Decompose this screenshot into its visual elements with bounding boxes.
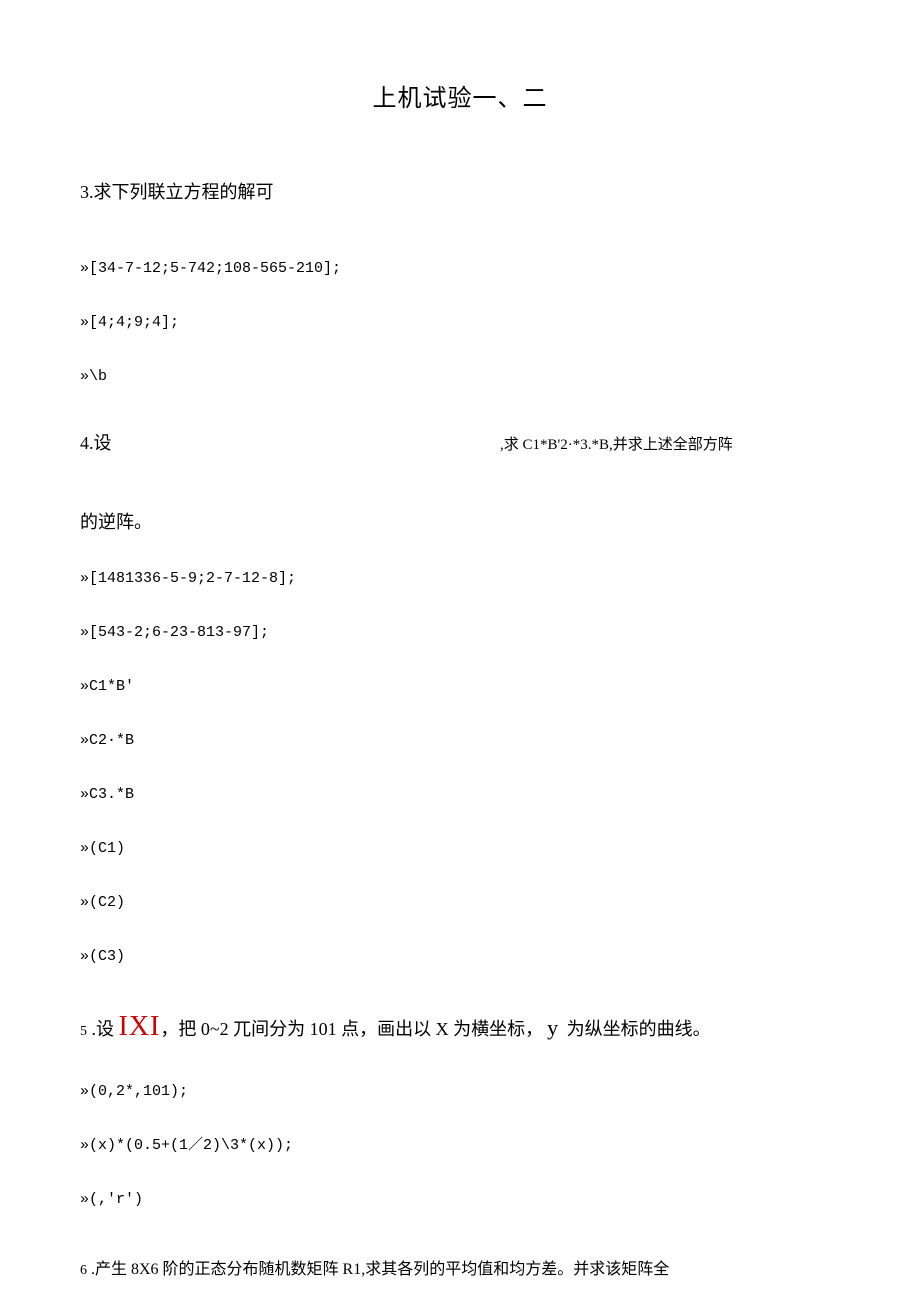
q3-code-line: »\b bbox=[80, 365, 840, 389]
q4-code-line: »C1*B' bbox=[80, 675, 840, 699]
q4-code-line: »(C3) bbox=[80, 945, 840, 969]
q3-code-line: »[4;4;9;4]; bbox=[80, 311, 840, 335]
q5-code-line: »(x)*(0.5+(1／2)\3*(x)); bbox=[80, 1134, 840, 1158]
q5-code-line: »(,'r') bbox=[80, 1188, 840, 1212]
q4-code-line: »[543-2;6-23-813-97]; bbox=[80, 621, 840, 645]
q5-ixi: IXI bbox=[119, 1011, 161, 1042]
q4-code-line: »C2·*B bbox=[80, 729, 840, 753]
page-title: 上机试验一、二 bbox=[80, 80, 840, 118]
q5-num: 5 bbox=[80, 1024, 87, 1039]
q3-heading: 3.求下列联立方程的解可 bbox=[80, 178, 840, 207]
q5-y: y bbox=[547, 1015, 558, 1040]
q5-text-c: 为纵坐标的曲线。 bbox=[562, 1019, 711, 1039]
q4-code-line: »C3.*B bbox=[80, 783, 840, 807]
q3-code-line: »[34-7-12;5-742;108-565-210]; bbox=[80, 257, 840, 281]
q4-code-line: »[1481336-5-9;2-7-12-8]; bbox=[80, 567, 840, 591]
q5-text-a: .设 bbox=[87, 1019, 119, 1039]
q5-heading: 5 .设 IXI，把 0~2 兀间分为 101 点，画出以 X 为横坐标，y 为… bbox=[80, 1005, 840, 1050]
q5-code-line: »(0,2*,101); bbox=[80, 1080, 840, 1104]
q4-code-line: »(C1) bbox=[80, 837, 840, 861]
q4-heading-row: 4.设 ,求 C1*B'2·*3.*B,并求上述全部方阵 bbox=[80, 429, 840, 458]
q6-text: .产生 8X6 阶的正态分布随机数矩阵 R1,求其各列的平均值和均方差。并求该矩… bbox=[87, 1261, 669, 1278]
q4-heading-right: ,求 C1*B'2·*3.*B,并求上述全部方阵 bbox=[500, 433, 840, 457]
q6-heading: 6 .产生 8X6 阶的正态分布随机数矩阵 R1,求其各列的平均值和均方差。并求… bbox=[80, 1257, 840, 1283]
q4-heading-2: 的逆阵。 bbox=[80, 508, 840, 537]
q4-heading-left: 4.设 bbox=[80, 429, 500, 458]
q5-text-b: ，把 0~2 兀间分为 101 点，画出以 X 为横坐标， bbox=[160, 1019, 543, 1039]
q6-num: 6 bbox=[80, 1263, 87, 1278]
q4-code-line: »(C2) bbox=[80, 891, 840, 915]
